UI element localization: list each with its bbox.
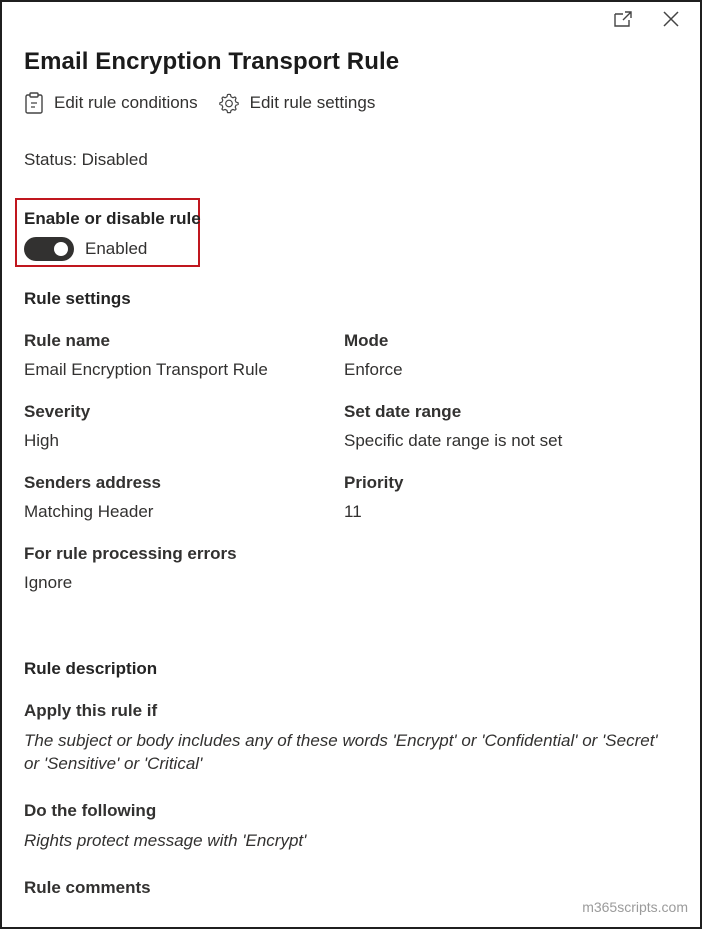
do-following-label: Do the following [24, 801, 157, 820]
status-text: Status: Disabled [24, 150, 148, 169]
date-range-label: Set date range [344, 402, 462, 421]
panel-top-icons [612, 8, 682, 30]
edit-rule-conditions-label: Edit rule conditions [54, 93, 198, 112]
do-following-value: Rights protect message with 'Encrypt' [24, 831, 307, 850]
watermark: m365scripts.com [582, 899, 688, 915]
processing-errors-value: Ignore [24, 573, 73, 592]
rule-settings-heading: Rule settings [24, 289, 131, 308]
page-title: Email Encryption Transport Rule [24, 48, 400, 75]
popout-icon[interactable] [612, 8, 634, 30]
toggle-label: Enable or disable rule [24, 209, 201, 228]
close-icon[interactable] [660, 8, 682, 30]
mode-value: Enforce [344, 360, 403, 379]
toggle-row: Enabled [24, 237, 147, 261]
severity-label: Severity [24, 402, 91, 421]
rule-description-heading: Rule description [24, 659, 158, 678]
gear-icon [218, 93, 239, 114]
senders-address-value: Matching Header [24, 502, 154, 521]
rule-comments-heading: Rule comments [24, 878, 151, 897]
toggle-knob [54, 242, 68, 256]
mode-label: Mode [344, 331, 389, 350]
edit-rule-settings-button[interactable]: Edit rule settings [218, 92, 376, 114]
priority-value: 11 [344, 502, 362, 521]
date-range-value: Specific date range is not set [344, 431, 563, 450]
rule-name-value: Email Encryption Transport Rule [24, 360, 268, 379]
processing-errors-label: For rule processing errors [24, 544, 237, 563]
toggle-state-text: Enabled [85, 239, 148, 258]
apply-rule-if-label: Apply this rule if [24, 701, 158, 720]
priority-label: Priority [344, 473, 404, 492]
clipboard-icon [25, 92, 43, 114]
rule-details-panel: Email Encryption Transport Rule Edit rul… [0, 0, 702, 929]
enable-rule-toggle[interactable] [24, 237, 74, 261]
rule-name-label: Rule name [24, 331, 110, 350]
action-bar: Edit rule conditions Edit rule settings [24, 92, 375, 114]
apply-rule-if-value: The subject or body includes any of thes… [24, 731, 658, 773]
senders-address-label: Senders address [24, 473, 162, 492]
edit-rule-settings-label: Edit rule settings [249, 93, 376, 112]
edit-rule-conditions-button[interactable]: Edit rule conditions [24, 92, 198, 114]
severity-value: High [24, 431, 59, 450]
